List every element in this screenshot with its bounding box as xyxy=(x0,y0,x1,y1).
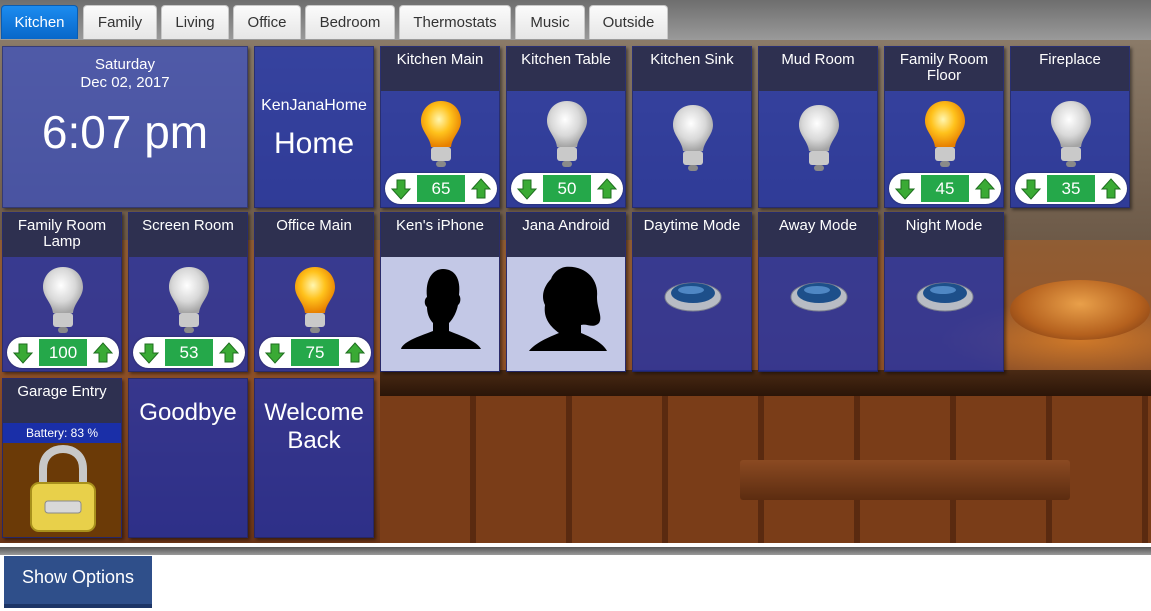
dimmer-up-arrow-icon[interactable] xyxy=(973,177,997,201)
tab-office[interactable]: Office xyxy=(233,5,301,39)
dimmer-up-arrow-icon[interactable] xyxy=(1099,177,1123,201)
tile-title: Away Mode xyxy=(759,213,877,257)
dimmer-level: 75 xyxy=(291,339,339,366)
lightbulb-off-icon xyxy=(673,105,713,171)
tile-title: Kitchen Sink xyxy=(633,47,751,91)
dimmer-up-arrow-icon[interactable] xyxy=(469,177,493,201)
clock-tile: Saturday Dec 02, 2017 6:07 pm xyxy=(2,46,248,208)
tile-title: Kitchen Table xyxy=(507,47,625,91)
tile-title: Mud Room xyxy=(759,47,877,91)
tile-title: Ken's iPhone xyxy=(381,213,499,257)
lightbulb-on-icon xyxy=(295,267,335,333)
dimmer-down-arrow-icon[interactable] xyxy=(893,177,917,201)
tab-bedroom[interactable]: Bedroom xyxy=(305,5,395,39)
dimmer-level: 65 xyxy=(417,175,465,202)
battery-level: Battery: 83 % xyxy=(3,423,121,443)
tab-family[interactable]: Family xyxy=(83,5,157,39)
lightbulb-off-icon xyxy=(799,105,839,171)
mode-tile-away[interactable]: Away Mode xyxy=(758,212,878,372)
routine-label: Welcome Back xyxy=(264,399,364,454)
female-silhouette-icon xyxy=(529,266,607,351)
show-options-button[interactable]: Show Options xyxy=(4,556,152,608)
push-button-icon[interactable] xyxy=(787,271,851,315)
padlock-locked-icon xyxy=(30,445,96,532)
presence-tile-jana-android: Jana Android xyxy=(506,212,626,372)
dimmer-up-arrow-icon[interactable] xyxy=(595,177,619,201)
male-silhouette-icon xyxy=(401,269,481,349)
clock-time: 6:07 pm xyxy=(41,106,209,158)
dimmer-control: 53 xyxy=(133,337,245,368)
dimmer-down-arrow-icon[interactable] xyxy=(11,341,35,365)
dimmer-down-arrow-icon[interactable] xyxy=(263,341,287,365)
dimmer-level: 45 xyxy=(921,175,969,202)
dimmer-control: 50 xyxy=(511,173,623,204)
dimmer-down-arrow-icon[interactable] xyxy=(389,177,413,201)
dimmer-tile-office-main[interactable]: Office Main 75 xyxy=(254,212,374,372)
dimmer-control: 35 xyxy=(1015,173,1127,204)
push-button-icon[interactable] xyxy=(913,271,977,315)
lightbulb-off-icon xyxy=(1051,101,1091,167)
mode-tile-daytime[interactable]: Daytime Mode xyxy=(632,212,752,372)
tab-music[interactable]: Music xyxy=(515,5,585,39)
dimmer-control: 75 xyxy=(259,337,371,368)
dimmer-level: 53 xyxy=(165,339,213,366)
tab-thermostats[interactable]: Thermostats xyxy=(399,5,511,39)
lightbulb-off-icon xyxy=(169,267,209,333)
dimmer-tile-kitchen-main[interactable]: Kitchen Main 65 xyxy=(380,46,500,208)
lightbulb-on-icon xyxy=(421,101,461,167)
clock-date: Dec 02, 2017 xyxy=(80,74,170,91)
dimmer-tile-kitchen-table[interactable]: Kitchen Table 50 xyxy=(506,46,626,208)
dimmer-control: 65 xyxy=(385,173,497,204)
switch-tile-mud-room[interactable]: Mud Room xyxy=(758,46,878,208)
tile-title: Office Main xyxy=(255,213,373,257)
dimmer-up-arrow-icon[interactable] xyxy=(91,341,115,365)
tab-living[interactable]: Living xyxy=(161,5,229,39)
dimmer-up-arrow-icon[interactable] xyxy=(217,341,241,365)
dimmer-control: 100 xyxy=(7,337,119,368)
dimmer-level: 50 xyxy=(543,175,591,202)
mode-tile-night[interactable]: Night Mode xyxy=(884,212,1004,372)
dimmer-up-arrow-icon[interactable] xyxy=(343,341,367,365)
lightbulb-off-icon xyxy=(547,101,587,167)
dimmer-tile-fireplace[interactable]: Fireplace 35 xyxy=(1010,46,1130,208)
routine-tile-goodbye[interactable]: Goodbye xyxy=(128,378,248,538)
lock-tile-garage-entry[interactable]: Garage Entry Battery: 83 % xyxy=(2,378,122,538)
push-button-icon[interactable] xyxy=(661,271,725,315)
tile-title: Family Room Floor xyxy=(885,47,1003,91)
tile-title: Daytime Mode xyxy=(633,213,751,257)
current-mode: Home xyxy=(273,127,355,160)
tab-outside[interactable]: Outside xyxy=(589,5,668,39)
hub-mode-tile[interactable]: KenJanaHome Home xyxy=(254,46,374,208)
lightbulb-off-icon xyxy=(43,267,83,333)
tile-title: Jana Android xyxy=(507,213,625,257)
dimmer-down-arrow-icon[interactable] xyxy=(137,341,161,365)
routine-label: Goodbye xyxy=(139,399,237,426)
tile-title: Night Mode xyxy=(885,213,1003,257)
dimmer-level: 100 xyxy=(39,339,87,366)
room-tab-bar: Kitchen Family Living Office Bedroom The… xyxy=(0,0,1151,40)
tile-title: Family Room Lamp xyxy=(3,213,121,257)
dimmer-down-arrow-icon[interactable] xyxy=(1019,177,1043,201)
tile-title: Screen Room xyxy=(129,213,247,257)
dimmer-control: 45 xyxy=(889,173,1001,204)
tab-kitchen[interactable]: Kitchen xyxy=(1,5,78,39)
dimmer-down-arrow-icon[interactable] xyxy=(515,177,539,201)
tile-title: Kitchen Main xyxy=(381,47,499,91)
tile-title: Garage Entry xyxy=(3,379,121,423)
routine-tile-welcome-back[interactable]: Welcome Back xyxy=(254,378,374,538)
hub-name: KenJanaHome xyxy=(261,97,367,114)
dimmer-level: 35 xyxy=(1047,175,1095,202)
clock-day: Saturday xyxy=(94,56,156,73)
presence-tile-kens-iphone: Ken's iPhone xyxy=(380,212,500,372)
dimmer-tile-family-room-floor[interactable]: Family Room Floor 45 xyxy=(884,46,1004,208)
bottom-divider xyxy=(0,547,1151,555)
tile-title: Fireplace xyxy=(1011,47,1129,91)
switch-tile-kitchen-sink[interactable]: Kitchen Sink xyxy=(632,46,752,208)
dimmer-tile-family-room-lamp[interactable]: Family Room Lamp 100 xyxy=(2,212,122,372)
lightbulb-on-icon xyxy=(925,101,965,167)
dimmer-tile-screen-room[interactable]: Screen Room 53 xyxy=(128,212,248,372)
